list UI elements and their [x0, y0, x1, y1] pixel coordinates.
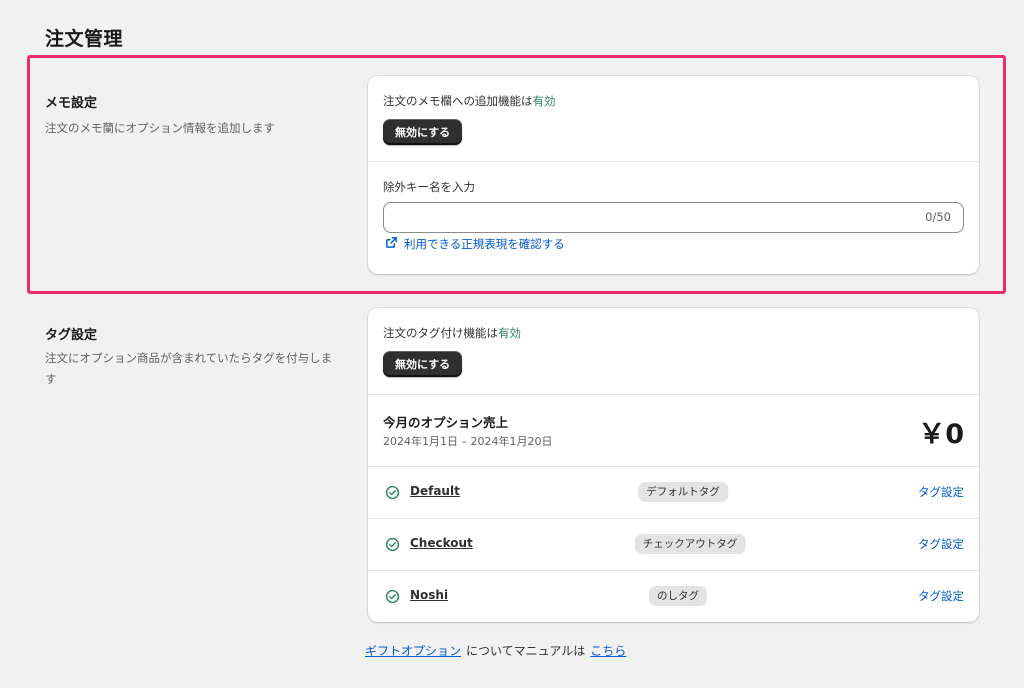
- tag-badge: のしタグ: [649, 586, 707, 606]
- external-link-icon: [385, 236, 398, 252]
- exclude-key-input[interactable]: [394, 203, 914, 232]
- page-title: 注文管理: [45, 28, 124, 50]
- footer-help: ギフトオプション についてマニュアルは こちら: [365, 642, 626, 659]
- tag-settings-card: 注文のタグ付け機能は有効 無効にする 今月のオプション売上 2024年1月1日 …: [368, 308, 979, 622]
- footer-text: についてマニュアルは: [466, 644, 586, 658]
- check-circle-icon: [385, 485, 400, 504]
- tag-section-description: 注文にオプション商品が含まれていたらタグを付与します: [45, 351, 333, 386]
- memo-status-value: 有効: [532, 94, 556, 108]
- tag-badge: チェックアウトタグ: [634, 534, 746, 554]
- tag-section-title: タグ設定: [45, 328, 98, 343]
- tag-row-noshi: Noshi のしタグ タグ設定: [368, 571, 979, 623]
- regex-link-label: 利用できる正規表現を確認する: [404, 237, 565, 251]
- card-divider: [368, 394, 979, 395]
- tag-status-prefix: 注文のタグ付け機能は: [383, 326, 498, 340]
- gift-option-link[interactable]: ギフトオプション: [365, 642, 461, 659]
- sales-date-range: 2024年1月1日 – 2024年1月20日: [383, 435, 553, 448]
- tag-row-checkout: Checkout チェックアウトタグ タグ設定: [368, 519, 979, 571]
- memo-settings-card: 注文のメモ欄への追加機能は有効 無効にする 除外キー名を入力 0/50 利用でき…: [368, 76, 979, 274]
- tag-settings-link[interactable]: タグ設定: [918, 588, 964, 604]
- memo-status-prefix: 注文のメモ欄への追加機能は: [383, 94, 533, 108]
- memo-section-title: メモ設定: [45, 96, 98, 111]
- tag-status-value: 有効: [498, 326, 521, 340]
- exclude-key-field[interactable]: 0/50: [383, 202, 964, 233]
- tag-name-link[interactable]: Noshi: [410, 588, 448, 602]
- tag-settings-link[interactable]: タグ設定: [918, 536, 964, 552]
- tag-badge: デフォルトタグ: [638, 482, 728, 502]
- manual-link[interactable]: こちら: [590, 642, 626, 659]
- tag-disable-button[interactable]: 無効にする: [383, 351, 463, 377]
- tag-row-default: Default デフォルトタグ タグ設定: [368, 467, 979, 519]
- page: 注文管理 メモ設定 注文のメモ蘭にオプション情報を追加します 注文のメモ欄への追…: [0, 0, 1024, 688]
- tag-settings-link[interactable]: タグ設定: [918, 484, 964, 500]
- sales-title: 今月のオプション売上: [383, 415, 509, 430]
- exclude-key-label: 除外キー名を入力: [383, 180, 475, 194]
- tag-name-link[interactable]: Default: [410, 484, 460, 498]
- check-circle-icon: [385, 537, 400, 556]
- sales-amount: ￥0: [918, 419, 964, 450]
- regex-link[interactable]: 利用できる正規表現を確認する: [385, 236, 565, 252]
- exclude-key-counter: 0/50: [925, 210, 951, 224]
- memo-section-description: 注文のメモ蘭にオプション情報を追加します: [45, 121, 275, 135]
- memo-disable-button[interactable]: 無効にする: [383, 119, 463, 145]
- card-divider: [368, 161, 979, 162]
- tag-status-line: 注文のタグ付け機能は有効: [383, 325, 521, 341]
- memo-status-line: 注文のメモ欄への追加機能は有効: [383, 93, 556, 109]
- tag-name-link[interactable]: Checkout: [410, 536, 473, 550]
- check-circle-icon: [385, 589, 400, 608]
